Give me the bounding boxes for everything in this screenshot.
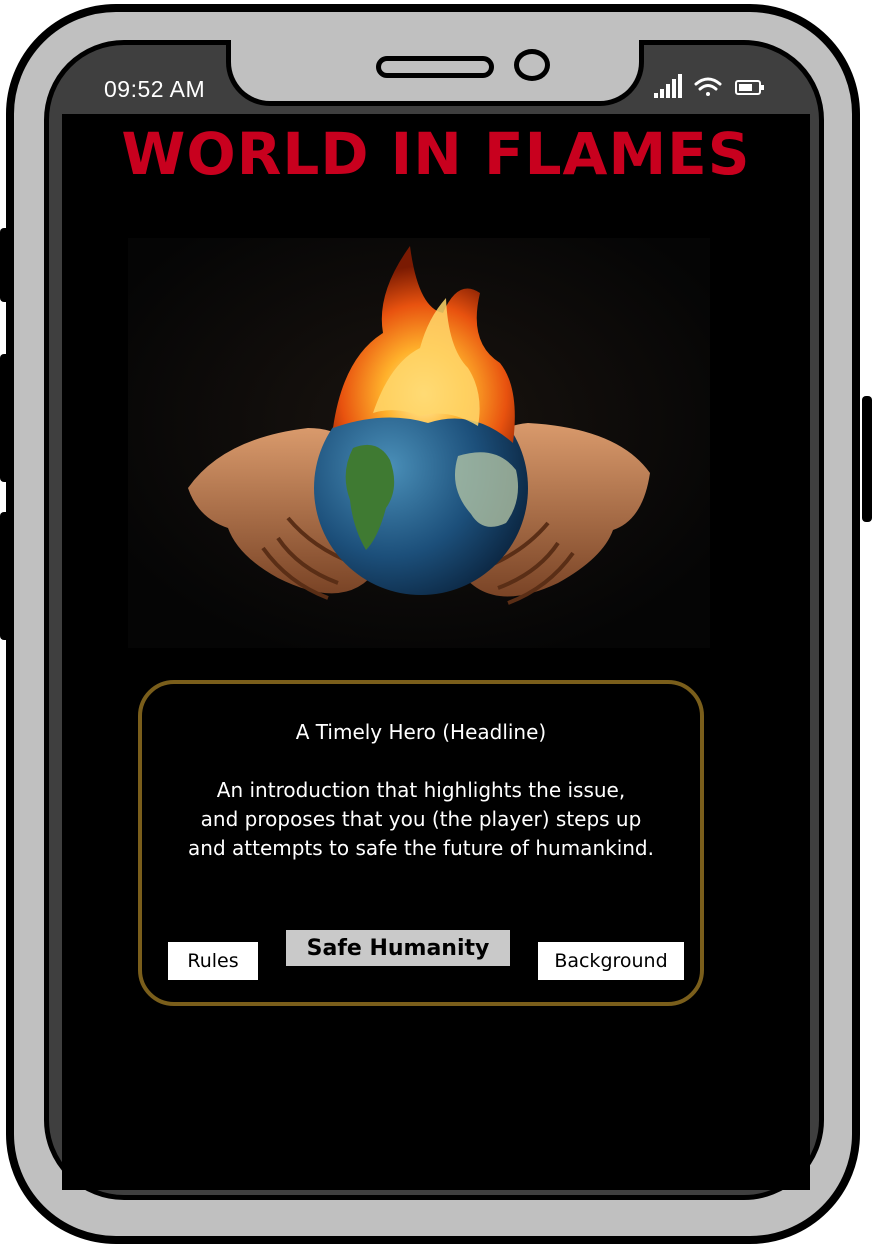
signal-icon — [654, 74, 682, 98]
app-title: WORLD IN FLAMES — [121, 120, 751, 188]
power-button — [862, 396, 872, 522]
background-button[interactable]: Background — [538, 942, 684, 980]
status-time: 09:52 AM — [104, 76, 206, 102]
hero-image — [128, 238, 710, 648]
speaker-grille — [376, 56, 494, 78]
intro-body: An introduction that highlights the issu… — [188, 778, 654, 860]
wifi-icon — [694, 77, 722, 96]
status-icons — [652, 74, 772, 100]
intro-headline: A Timely Hero (Headline) — [295, 720, 547, 744]
battery-icon — [735, 80, 764, 95]
safe-humanity-button[interactable]: Safe Humanity — [286, 930, 510, 966]
rules-button[interactable]: Rules — [168, 942, 258, 980]
front-camera — [514, 49, 550, 81]
